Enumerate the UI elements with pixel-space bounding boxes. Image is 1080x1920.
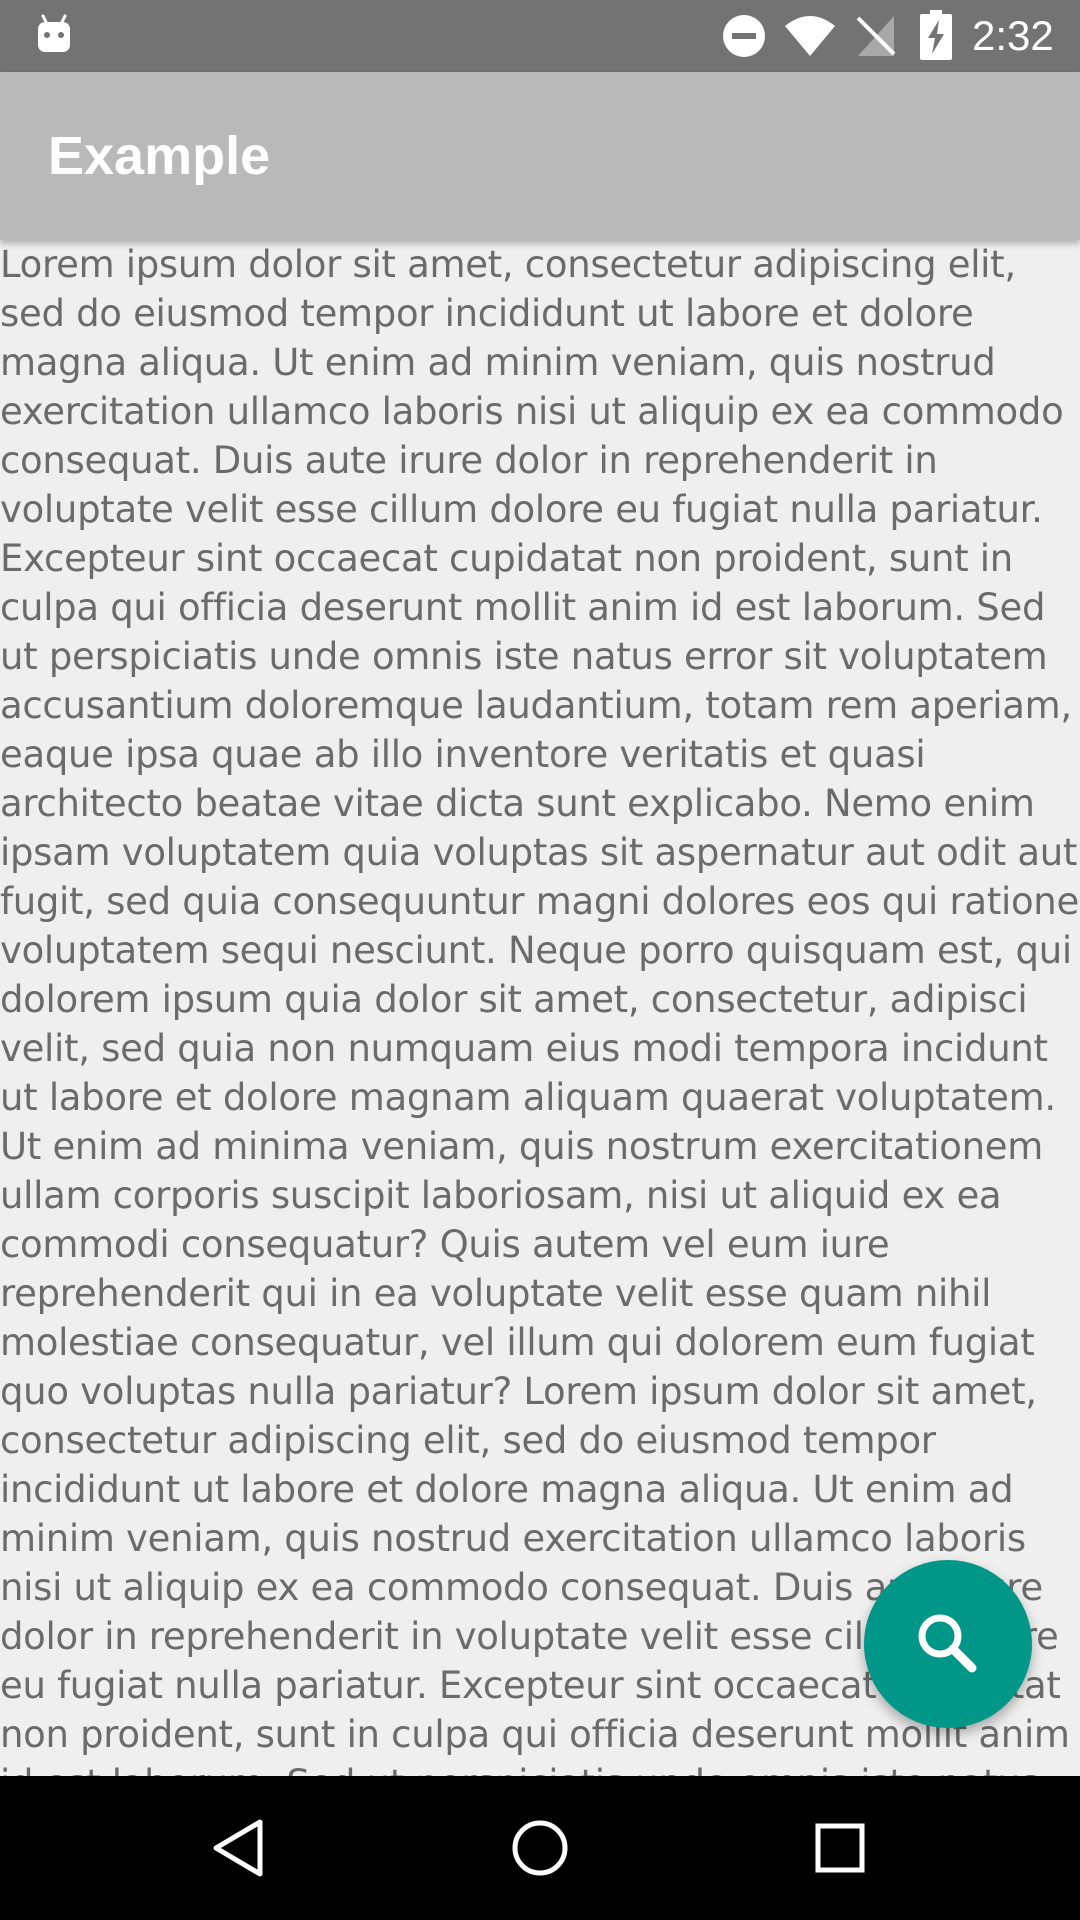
status-clock: 2:32 (972, 12, 1054, 59)
search-fab-button[interactable] (864, 1560, 1032, 1728)
no-signal-icon (856, 14, 896, 58)
app-title: Example (48, 126, 271, 186)
body-text: Lorem ipsum dolor sit amet, consectetur … (0, 243, 1079, 1776)
status-bar: 2:32 (0, 0, 1080, 72)
back-icon[interactable] (204, 1812, 276, 1884)
do-not-disturb-icon (722, 14, 766, 58)
wifi-icon (784, 14, 836, 58)
app-bar: Example (0, 72, 1080, 240)
battery-charging-icon (920, 10, 952, 60)
recents-icon[interactable] (804, 1812, 876, 1884)
android-icon (36, 14, 72, 54)
navigation-bar (0, 1776, 1080, 1920)
home-icon[interactable] (504, 1812, 576, 1884)
content-scroll-area[interactable]: Lorem ipsum dolor sit amet, consectetur … (0, 240, 1080, 1776)
